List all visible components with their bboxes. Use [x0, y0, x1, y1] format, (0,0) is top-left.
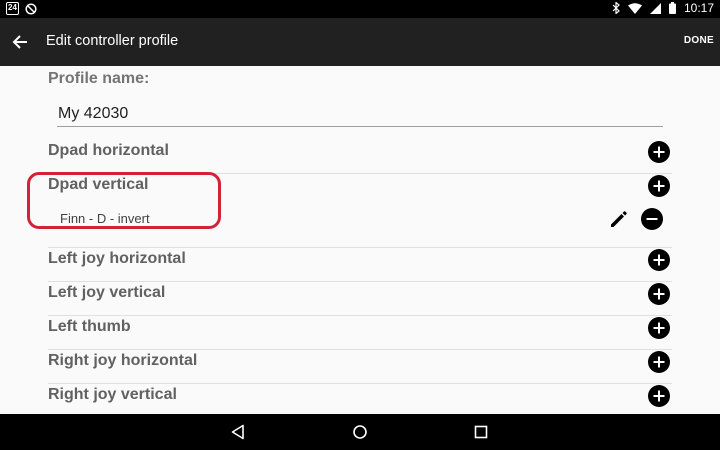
status-bar: 24 10:17: [0, 0, 720, 18]
status-right: 10:17: [612, 1, 714, 15]
nav-home-button[interactable]: [349, 421, 371, 443]
add-icon: [653, 288, 665, 300]
nav-recents-icon: [474, 425, 488, 439]
nav-home-icon: [353, 425, 367, 439]
battery-icon: [668, 2, 676, 14]
nav-back-button[interactable]: [227, 421, 249, 443]
mapping-row-left-joy-vertical: Left joy vertical: [48, 282, 672, 316]
nav-recents-button[interactable]: [470, 421, 492, 443]
mapping-row-label: Left joy vertical: [48, 284, 166, 301]
add-icon: [653, 254, 665, 266]
navigation-bar: [0, 414, 720, 450]
profile-name-input[interactable]: [57, 101, 663, 127]
mapping-row-left-joy-horizontal: Left joy horizontal: [48, 248, 672, 282]
mapping-row-label: Left thumb: [48, 318, 131, 335]
mapping-row-label: Right joy horizontal: [48, 352, 198, 369]
mapping-row-dpad-horizontal: Dpad horizontal: [48, 140, 672, 174]
mapping-row-label: Dpad vertical: [48, 176, 149, 193]
back-button[interactable]: [8, 30, 32, 54]
add-icon: [653, 180, 665, 192]
page-title: Edit controller profile: [46, 33, 179, 49]
add-mapping-button[interactable]: [648, 175, 670, 197]
mapping-row-dpad-vertical: Dpad vertical Finn - D - invert: [48, 174, 672, 248]
add-mapping-button[interactable]: [648, 141, 670, 163]
clock: 10:17: [683, 1, 714, 15]
add-icon: [653, 322, 665, 334]
wifi-icon: [627, 2, 642, 14]
status-left: 24: [6, 2, 37, 15]
add-mapping-button[interactable]: [648, 317, 670, 339]
app-bar: Edit controller profile DONE: [0, 18, 720, 66]
add-mapping-button[interactable]: [648, 249, 670, 271]
add-mapping-button[interactable]: [648, 385, 670, 407]
mapping-row-label: Left joy horizontal: [48, 250, 186, 267]
mapping-row-label: Right joy vertical: [48, 386, 177, 403]
remove-icon: [646, 218, 658, 220]
calendar-notification-icon: 24: [6, 2, 19, 15]
nav-back-icon: [231, 424, 244, 440]
mapping-row-right-joy-horizontal: Right joy horizontal: [48, 350, 672, 384]
mapping-entry-label: Finn - D - invert: [60, 211, 150, 226]
mapping-row-right-joy-vertical: Right joy vertical: [48, 384, 672, 414]
add-icon: [653, 390, 665, 402]
add-mapping-button[interactable]: [648, 283, 670, 305]
pencil-icon: [611, 211, 627, 227]
signal-icon: [649, 2, 661, 14]
add-icon: [653, 356, 665, 368]
mapping-row-label: Dpad horizontal: [48, 142, 169, 159]
add-mapping-button[interactable]: [648, 351, 670, 373]
done-button[interactable]: DONE: [684, 35, 714, 46]
edit-mapping-button[interactable]: [608, 208, 630, 230]
mapping-row-left-thumb: Left thumb: [48, 316, 672, 350]
remove-mapping-button[interactable]: [641, 208, 663, 230]
add-icon: [653, 146, 665, 158]
do-not-disturb-icon: [25, 2, 37, 15]
profile-name-label: Profile name:: [48, 70, 150, 87]
back-arrow-icon: [12, 35, 27, 49]
bluetooth-icon: [612, 2, 620, 14]
profile-editor[interactable]: Profile name: Dpad horizontal Dpad vertic…: [0, 66, 720, 414]
